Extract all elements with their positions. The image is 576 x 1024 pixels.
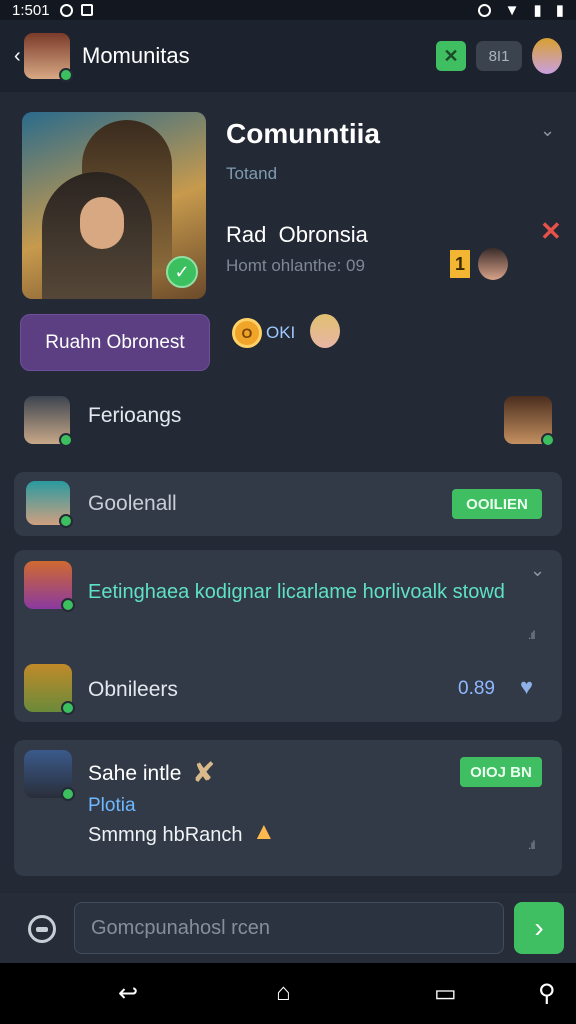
- notification-icon: [80, 4, 93, 16]
- home-icon[interactable]: ⌂: [276, 979, 291, 1007]
- chevron-down-icon[interactable]: ⌄: [540, 120, 555, 141]
- sword-icon: ✘: [192, 757, 216, 788]
- featured-meta: Homt ohlanthe: 09: [226, 256, 365, 275]
- featured-name: Rad Obronsia: [226, 222, 368, 247]
- coin-label: OKI: [266, 323, 296, 342]
- page-title: Momunitas: [82, 43, 190, 68]
- message-avatar: [24, 561, 75, 612]
- online-badge: [59, 514, 73, 528]
- signal-bars-icon: .ıl: [528, 838, 535, 852]
- event-subtitle: Plotia: [88, 795, 136, 816]
- event-card[interactable]: Sahe intle ✘ OIOJ BN Plotia Smmng hbRanc…: [14, 740, 562, 876]
- members-avatar: [24, 664, 75, 715]
- friends-avatar: [24, 396, 73, 447]
- back-icon[interactable]: ↩: [118, 979, 138, 1008]
- chevron-down-icon[interactable]: ⌄: [530, 560, 545, 581]
- signal-icon: ▮: [533, 2, 542, 19]
- crossed-swords-icon[interactable]: ✕: [436, 41, 466, 71]
- chevron-left-icon[interactable]: ‹: [14, 45, 24, 68]
- alarm-icon: [477, 3, 491, 17]
- event-status-badge[interactable]: OIOJ BN: [460, 757, 542, 787]
- guild-card[interactable]: Goolenall OOILIEN: [14, 472, 562, 536]
- battery-icon: ▮: [555, 2, 564, 19]
- join-button[interactable]: Ruahn Obronest: [20, 314, 210, 371]
- signal-bars-icon: .ıl: [528, 628, 535, 642]
- member-count-badge[interactable]: 8I1: [476, 41, 522, 71]
- message-composer: ›: [0, 893, 576, 963]
- members-label: Obnileers: [88, 678, 178, 701]
- send-button[interactable]: ›: [514, 902, 564, 954]
- system-nav-bar: ↩ ⌂ ▭ ⚲: [0, 963, 576, 1024]
- hero-face: [80, 197, 124, 249]
- coin-icon: O: [232, 318, 262, 348]
- profile-avatar[interactable]: [532, 38, 562, 74]
- coin-avatar[interactable]: [310, 314, 340, 348]
- featured-title: Comunntiia: [226, 118, 380, 149]
- online-badge: [61, 598, 75, 612]
- emoji-icon[interactable]: [28, 915, 56, 943]
- event-body: Smmng hbRanch: [88, 824, 243, 846]
- featured-subtitle: Totand: [226, 164, 278, 183]
- message-card[interactable]: ⌄ Eetinghaea kodignar licarlame horlivoa…: [14, 550, 562, 722]
- wifi-icon: ▼: [504, 1, 520, 19]
- guild-label: Goolenall: [88, 492, 177, 515]
- status-time: 1:501: [12, 1, 50, 19]
- community-avatar[interactable]: [24, 33, 73, 82]
- event-avatar: [24, 750, 75, 801]
- online-badge: [61, 787, 75, 801]
- online-badge: [59, 68, 73, 82]
- friends-row[interactable]: Ferioangs: [14, 392, 562, 452]
- more-icon[interactable]: ⚲: [538, 979, 556, 1008]
- record-icon: [59, 3, 73, 17]
- online-badge: [59, 433, 73, 447]
- heart-icon[interactable]: ♥: [520, 674, 533, 700]
- status-icons: ▼ ▮ ▮: [477, 1, 564, 19]
- event-title: Sahe intle: [88, 762, 182, 785]
- gift-icon: ▲: [252, 818, 276, 845]
- rank-badge: 1: [450, 250, 470, 278]
- friend-side-avatar[interactable]: [504, 396, 555, 447]
- message-text: Eetinghaea kodignar licarlame horlivoalk…: [88, 581, 505, 603]
- header-actions: ✕ 8I1: [436, 38, 562, 74]
- online-badge: [541, 433, 555, 447]
- guild-avatar: [26, 481, 73, 528]
- status-bar: 1:501 ▼ ▮ ▮: [0, 0, 576, 20]
- message-input[interactable]: [74, 902, 504, 954]
- online-badge: [61, 701, 75, 715]
- arrow-right-icon: ›: [534, 912, 544, 943]
- friends-label: Ferioangs: [88, 404, 182, 427]
- close-icon[interactable]: ✕: [540, 216, 562, 247]
- recents-icon[interactable]: ▭: [434, 979, 457, 1008]
- verified-check-icon: ✓: [166, 256, 198, 288]
- featured-section: ✓ Comunntiia ⌄ Totand Rad Obronsia ✕ Hom…: [0, 92, 576, 384]
- player-avatar[interactable]: [478, 248, 508, 280]
- members-value: 0.89: [458, 678, 495, 699]
- guild-status-badge[interactable]: OOILIEN: [452, 489, 542, 519]
- app-header: ‹ Momunitas ✕ 8I1: [0, 20, 576, 92]
